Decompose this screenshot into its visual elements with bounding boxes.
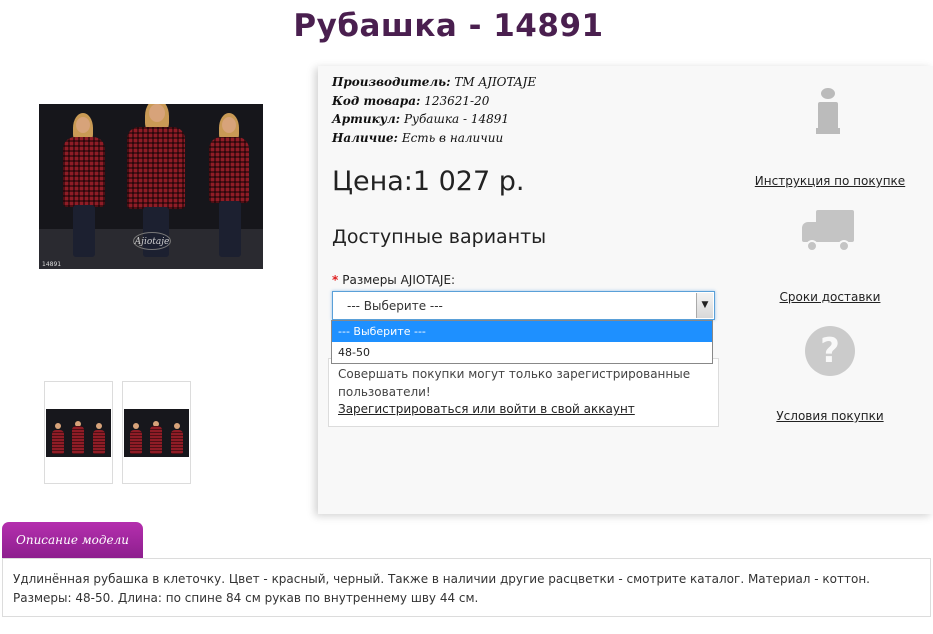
model-figure bbox=[53, 113, 113, 263]
delivery-block: Сроки доставки bbox=[745, 210, 915, 305]
required-mark: * bbox=[332, 273, 339, 287]
product-code-value: 123621-20 bbox=[424, 93, 490, 108]
size-dropdown: --- Выберите --- 48-50 bbox=[331, 320, 713, 364]
brand-logo: Ajiotaje bbox=[133, 232, 171, 250]
instruction-block: Инструкция по покупке bbox=[745, 88, 915, 189]
product-main-image[interactable]: Ajiotaje 14891 bbox=[39, 104, 263, 269]
thumbnail-1[interactable] bbox=[44, 381, 113, 484]
availability-label: Наличие: bbox=[332, 130, 398, 145]
dropdown-option[interactable]: --- Выберите --- bbox=[332, 321, 712, 342]
sku-value: Рубашка - 14891 bbox=[403, 112, 509, 126]
delivery-terms-link[interactable]: Сроки доставки bbox=[780, 290, 881, 304]
size-label: * Размеры AJIOTAJE: bbox=[332, 273, 455, 287]
product-meta: Производитель: ТМ AJIOTAJE Код товара: 1… bbox=[332, 73, 536, 147]
registration-notice: Совершать покупки могут только зарегистр… bbox=[328, 358, 719, 427]
model-figure bbox=[201, 113, 259, 263]
product-details-panel: Производитель: ТМ AJIOTAJE Код товара: 1… bbox=[318, 66, 933, 514]
size-select[interactable]: --- Выберите --- ▼ bbox=[332, 291, 715, 320]
notice-text: Совершать покупки могут только зарегистр… bbox=[338, 367, 691, 399]
size-select-value: --- Выберите --- bbox=[347, 299, 443, 313]
description-text: Удлинённая рубашка в клеточку. Цвет - кр… bbox=[13, 572, 870, 605]
thumbnail-image bbox=[46, 409, 111, 457]
purchase-terms-link[interactable]: Условия покупки bbox=[776, 409, 883, 423]
product-price: Цена:1 027 р. bbox=[332, 166, 525, 197]
question-icon: ? bbox=[805, 326, 855, 376]
thumbnail-2[interactable] bbox=[122, 381, 191, 484]
login-register-link[interactable]: Зарегистрироваться или войти в свой акка… bbox=[338, 402, 635, 416]
sku-label: Артикул: bbox=[332, 112, 401, 126]
manufacturer-value: ТМ AJIOTAJE bbox=[454, 75, 537, 89]
description-box: Удлинённая рубашка в клеточку. Цвет - кр… bbox=[2, 558, 931, 617]
terms-block: ? Условия покупки bbox=[745, 326, 915, 424]
availability-value: Есть в наличии bbox=[401, 130, 504, 145]
size-label-text: Размеры AJIOTAJE: bbox=[342, 273, 456, 287]
image-code: 14891 bbox=[42, 261, 62, 268]
dropdown-option[interactable]: 48-50 bbox=[332, 342, 712, 363]
info-icon bbox=[816, 88, 842, 134]
variants-title: Доступные варианты bbox=[332, 226, 547, 248]
page-title: Рубашка - 14891 bbox=[293, 8, 604, 44]
tab-description[interactable]: Описание модели bbox=[2, 522, 143, 558]
manufacturer-label: Производитель: bbox=[332, 75, 451, 89]
purchase-instruction-link[interactable]: Инструкция по покупке bbox=[755, 174, 905, 188]
thumbnail-image bbox=[124, 409, 189, 457]
truck-icon bbox=[802, 210, 858, 256]
chevron-down-icon[interactable]: ▼ bbox=[696, 293, 713, 318]
product-code-label: Код товара: bbox=[332, 93, 421, 108]
